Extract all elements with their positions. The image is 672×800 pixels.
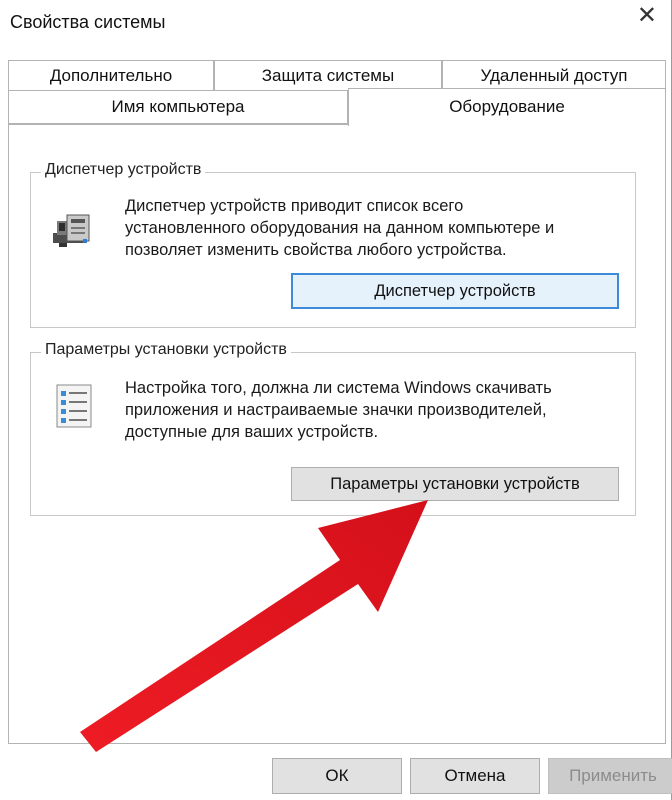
- tab-remote[interactable]: Удаленный доступ: [442, 60, 666, 90]
- cancel-button[interactable]: Отмена: [410, 758, 540, 794]
- device-installation-settings-group: Параметры установки устройств Настройка …: [30, 341, 636, 516]
- device-installation-settings-legend: Параметры установки устройств: [41, 341, 291, 359]
- device-manager-description: Диспетчер устройств приводит список всег…: [125, 197, 555, 259]
- close-icon[interactable]: ✕: [637, 4, 657, 28]
- ok-button[interactable]: ОК: [272, 758, 402, 794]
- tab-computer-name[interactable]: Имя компьютера: [8, 90, 348, 124]
- device-installation-settings-description: Настройка того, должна ли система Window…: [125, 379, 552, 441]
- tab-system-protection[interactable]: Защита системы: [214, 60, 442, 90]
- device-manager-button[interactable]: Диспетчер устройств: [291, 273, 619, 309]
- window-title: Свойства системы: [10, 12, 166, 32]
- tab-advanced[interactable]: Дополнительно: [8, 60, 214, 90]
- system-properties-dialog: Свойства системы ✕ Дополнительно Защита …: [0, 0, 672, 800]
- apply-button: Применить: [548, 758, 672, 794]
- device-manager-legend: Диспетчер устройств: [41, 161, 206, 179]
- device-manager-icon: [49, 203, 99, 253]
- checklist-icon: [49, 381, 99, 431]
- device-installation-settings-button[interactable]: Параметры установки устройств: [291, 467, 619, 501]
- device-manager-group: Диспетчер устройств Диспетчер устройств …: [30, 161, 636, 328]
- tab-hardware[interactable]: Оборудование: [348, 88, 666, 126]
